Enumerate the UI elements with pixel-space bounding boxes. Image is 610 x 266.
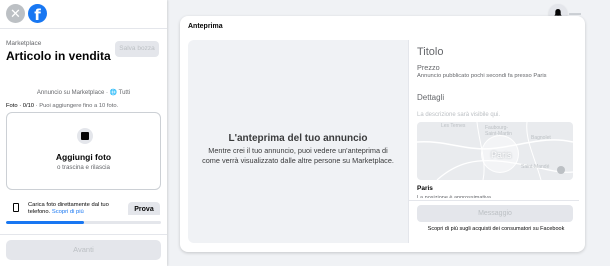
description-placeholder: La descrizione sarà visibile qui.	[417, 112, 501, 118]
phone-upload-text: Carica foto direttamente dal tuo telefon…	[28, 202, 126, 215]
divider	[409, 200, 579, 201]
next-button[interactable]: Avanti	[6, 240, 161, 260]
location-note: La posizione è approssimativa	[417, 195, 491, 198]
add-photos-title: Aggiungi foto	[55, 152, 112, 162]
close-icon[interactable]: ✕	[6, 4, 25, 23]
save-draft-button[interactable]: Salva bozza	[115, 41, 159, 57]
breadcrumb[interactable]: Marketplace	[6, 40, 41, 47]
phone-upload-row: Carica foto direttamente dal tuo telefon…	[6, 197, 161, 215]
photos-hint: · Puoi aggiungere fino a 10 foto.	[34, 103, 119, 109]
listing-price-placeholder: Prezzo	[417, 63, 440, 72]
listing-posted-info: Annuncio pubblicato pochi secondi fa pre…	[417, 73, 547, 79]
map-label: Les Ternes	[441, 123, 466, 129]
consumer-disclaimer[interactable]: Scopri di più sugli acquisti dei consuma…	[421, 226, 571, 233]
preview-details-panel: Titolo Prezzo Annuncio pubblicato pochi …	[408, 40, 579, 243]
location-name: Paris	[417, 185, 433, 192]
add-photos-subtitle: o trascina e rilascia	[57, 164, 110, 171]
preview-description: Mentre crei il tuo annuncio, puoi vedere…	[202, 146, 394, 165]
preview-card-title: Anteprima	[188, 23, 223, 30]
info-icon[interactable]	[557, 166, 565, 174]
learn-more-link[interactable]: Scopri di più	[52, 209, 84, 215]
photos-count: Foto · 0/10 · Puoi aggiungere fino a 10 …	[6, 103, 118, 109]
progress-fill	[6, 221, 84, 224]
map-city-label: Paris	[491, 150, 512, 160]
location-map: Les Ternes Faubourg-Saint-Martin Bagnole…	[417, 122, 573, 180]
progress-bar	[6, 221, 161, 224]
preview-image-area: L'anteprima del tuo annuncio Mentre crei…	[188, 40, 408, 243]
divider	[0, 234, 167, 235]
listing-title-placeholder: Titolo	[417, 46, 444, 58]
add-photos-dropzone[interactable]: Aggiungi foto o trascina e rilascia	[6, 112, 161, 190]
notification-indicator	[569, 13, 581, 15]
listing-editor-sidebar: ✕ f Marketplace Articolo in vendita Salv…	[0, 0, 167, 266]
facebook-logo-icon[interactable]: f	[28, 4, 47, 23]
details-heading: Dettagli	[417, 93, 445, 102]
phone-icon	[13, 203, 19, 212]
divider	[0, 28, 167, 29]
preview-heading: L'anteprima del tuo annuncio	[228, 133, 368, 144]
visibility-note: Annuncio su Marketplace · 🌐 Tutti	[36, 90, 131, 96]
preview-card: Anteprima L'anteprima del tuo annuncio M…	[180, 16, 585, 252]
message-button: Messaggio	[417, 205, 573, 222]
add-photo-icon	[77, 128, 93, 144]
try-button[interactable]: Prova	[128, 202, 160, 215]
photos-count-label: Foto · 0/10	[6, 103, 35, 109]
map-label: Bagnolet	[531, 135, 551, 141]
page-title: Articolo in vendita	[6, 49, 111, 63]
map-label: Saint-Mandé	[521, 164, 550, 170]
